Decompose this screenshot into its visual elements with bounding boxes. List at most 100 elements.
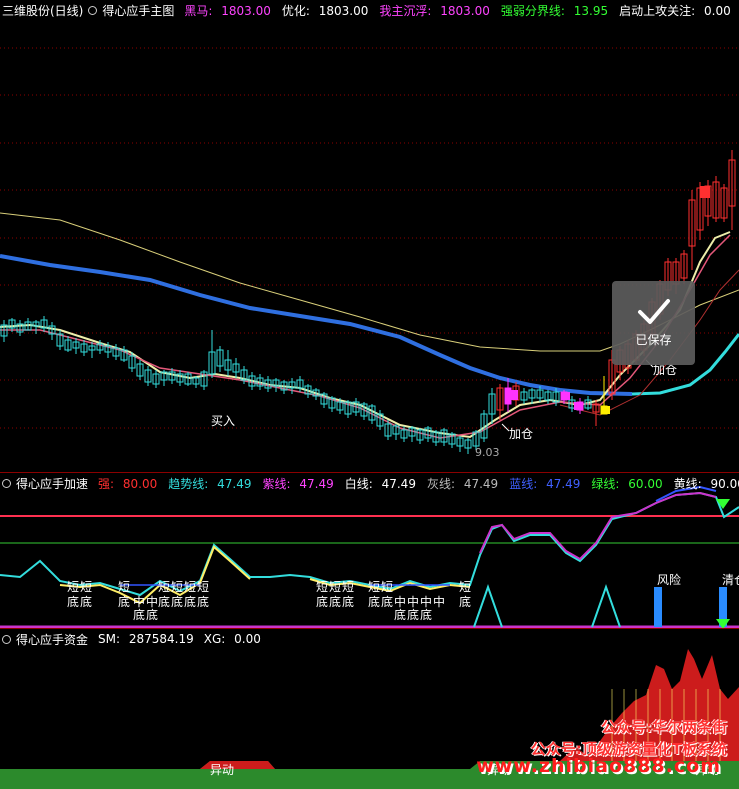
settings-circle-icon[interactable] (2, 634, 11, 644)
ma-blue-line (0, 254, 633, 396)
signal-bottom-label: 底 (80, 595, 93, 609)
main-field-1: 优化: 1803.00 (282, 4, 374, 18)
signal-bottom-label: 底 (67, 595, 80, 609)
main-field-value: 1803.00 (221, 3, 271, 18)
main-indicator-title[interactable]: 得心应手主图 (88, 2, 179, 19)
saved-toast-text: 已保存 (635, 333, 672, 347)
main-field-label: 强弱分界线: (500, 3, 565, 18)
purple-line (479, 491, 717, 561)
sm-label: SM: (98, 632, 121, 646)
buy-label: 买入 (211, 414, 236, 428)
indicator-field-label: 紫线: (262, 476, 291, 491)
main-field-value: 0.00 (704, 3, 731, 18)
indicator-field-value: 47.49 (546, 476, 581, 491)
indicator-field-label: 绿线: (591, 476, 620, 491)
add-position-label-1: 加仓 (509, 427, 534, 441)
main-field-4: 启动上攻关注: 0.00 (619, 4, 736, 18)
low-price-label: 9.03 (475, 446, 500, 459)
signal-mid-label: 中 (433, 595, 446, 609)
watermark-url: www.zhibiao888.com (476, 755, 721, 777)
sm-value: 287584.19 (128, 632, 194, 646)
main-field-0: 黑马: 1803.00 (184, 4, 276, 18)
stock-title[interactable]: 三维股份(日线) (2, 2, 83, 19)
settings-circle-icon[interactable] (2, 478, 11, 488)
indicator-field-5: 蓝线: 47.49 (509, 477, 585, 491)
yidong-label-1: 异动 (210, 763, 235, 777)
main-field-label: 我主沉浮: (379, 3, 432, 18)
main-indicator-name: 得心应手主图 (102, 3, 175, 18)
xg-field: XG: 0.00 (204, 632, 266, 646)
signal-bottom-label: 底 (316, 595, 329, 609)
risk-bar (654, 587, 662, 627)
indicator-field-0: 强: 80.00 (98, 477, 162, 491)
xg-label: XG: (203, 632, 226, 646)
main-header: 三维股份(日线) 得心应手主图 黑马: 1803.00 优化: 1803.00 我主… (0, 0, 739, 20)
signal-bottom-label: 底 (158, 595, 171, 609)
fund-header: 得心应手资金 SM: 287584.19 XG: 0.00 (0, 629, 271, 649)
signal-box-red (700, 186, 710, 198)
indicator-field-label: 趋势线: (168, 476, 209, 491)
signal-bottom-label: 底 (368, 595, 381, 609)
main-field-label: 启动上攻关注: (619, 3, 696, 18)
indicator-field-value: 80.00 (122, 476, 158, 491)
signal-bottom-label: 底 (407, 608, 420, 622)
main-field-value: 1803.00 (318, 3, 369, 18)
indicator-field-value: 47.49 (381, 476, 416, 491)
indicator-field-7: 黄线: 90.00 (674, 477, 739, 491)
signal-bottom-label: 底 (197, 595, 210, 609)
indicator-field-label: 蓝线: (509, 476, 538, 491)
price-chart[interactable] (0, 0, 739, 472)
risk-label: 风险 (657, 573, 682, 587)
main-field-value: 1803.00 (440, 3, 490, 18)
indicator-panel[interactable]: 得心应手加速 强: 80.00 趋势线: 47.49 紫线: 47.49 白线: 47… (0, 472, 739, 629)
main-field-value: 13.95 (573, 3, 609, 18)
main-chart-panel[interactable]: 三维股份(日线) 得心应手主图 黑马: 1803.00 优化: 1803.00 我主… (0, 0, 739, 472)
indicator-field-3: 白线: 47.49 (345, 477, 421, 491)
settings-circle-icon[interactable] (88, 5, 98, 15)
signal-bottom-label: 底 (146, 608, 159, 622)
indicator-field-1: 趋势线: 47.49 (168, 477, 256, 491)
signal-box-magenta (574, 402, 582, 410)
watermark-line-1: 公众号:华尔两条街 (601, 718, 727, 736)
indicator-field-label: 白线: (344, 476, 373, 491)
signal-bottom-label: 底 (184, 595, 197, 609)
indicator-field-value: 47.49 (463, 476, 499, 491)
signal-bottom-label: 底 (133, 608, 146, 622)
main-field-3: 强弱分界线: 13.95 (501, 4, 613, 18)
indicator-field-label: 黄线: (673, 476, 702, 491)
fund-title[interactable]: 得心应手资金 (2, 631, 93, 648)
signal-bottom-label: 底 (329, 595, 342, 609)
indicator-field-4: 灰线: 47.49 (427, 477, 503, 491)
indicator-field-label: 强: (98, 476, 115, 491)
indicator-field-value: 47.49 (217, 476, 252, 491)
main-field-label: 优化: (281, 3, 310, 18)
signal-bottom-label: 底 (171, 595, 184, 609)
signal-bottom-label: 底 (459, 595, 472, 609)
signal-box-magenta (562, 392, 570, 400)
indicator-name: 得心应手加速 (16, 476, 89, 491)
signal-box-magenta (510, 390, 518, 400)
indicator-field-value: 60.00 (628, 476, 663, 491)
main-field-label: 黑马: (184, 3, 213, 18)
indicator-field-label: 灰线: (426, 476, 455, 491)
indicator-header: 得心应手加速 强: 80.00 趋势线: 47.49 紫线: 47.49 白线: 47… (0, 473, 739, 493)
indicator-field-6: 绿线: 60.00 (591, 477, 667, 491)
indicator-field-value: 90.00 (710, 476, 739, 491)
main-field-2: 我主沉浮: 1803.00 (379, 4, 495, 18)
signal-bottom-label: 底 (394, 608, 407, 622)
arrow-line (501, 423, 510, 432)
sm-field: SM: 287584.19 (98, 632, 199, 646)
indicator-title[interactable]: 得心应手加速 (2, 475, 93, 492)
fund-name: 得心应手资金 (16, 632, 89, 647)
triangle-signal (473, 583, 503, 628)
xg-value: 0.00 (234, 632, 261, 646)
indicator-field-2: 紫线: 47.49 (262, 477, 338, 491)
indicator-fields: 强: 80.00 趋势线: 47.49 紫线: 47.49 白线: 47.49 灰线: … (98, 475, 739, 492)
saved-toast: 已保存 (612, 281, 695, 365)
clear-label: 清仓 (722, 573, 739, 587)
signal-bottom-label: 底 (381, 595, 394, 609)
signal-bottom-label: 底 (342, 595, 355, 609)
checkmark-icon (637, 299, 670, 324)
signal-bottom-label: 底 (118, 595, 131, 609)
triangle-signal (591, 583, 621, 628)
